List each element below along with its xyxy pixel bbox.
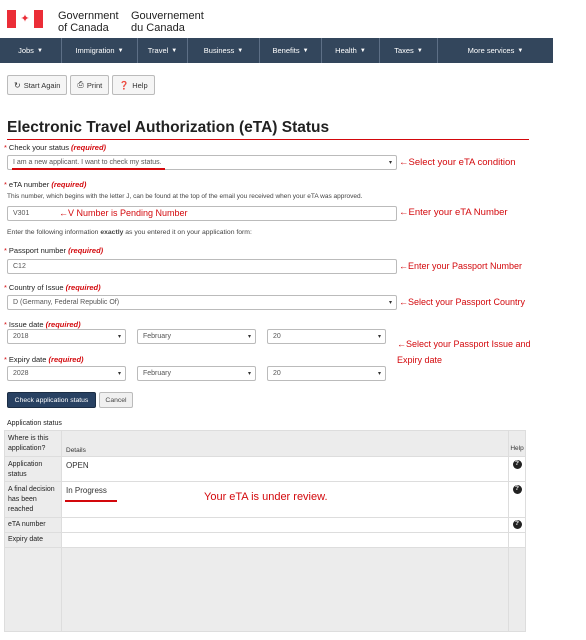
nav-item-immigration[interactable]: Immigration ▼ (62, 38, 138, 63)
printer-icon: ⎙ (77, 80, 84, 89)
issue-day-select[interactable]: 20 ▾ (267, 329, 386, 344)
nav-item-more-services[interactable]: More services ▼ (438, 38, 553, 63)
eta-help-text: This number, which begins with the lette… (7, 193, 363, 200)
expiry-day-select[interactable]: 20 ▾ (267, 366, 386, 381)
annotation-underline (12, 168, 165, 170)
chevron-down-icon: ▾ (377, 371, 381, 377)
chevron-down-icon: ▼ (416, 47, 423, 54)
chevron-down-icon: ▼ (359, 47, 366, 54)
refresh-icon: ↻ (14, 80, 21, 90)
nav-item-business[interactable]: Business ▼ (188, 38, 260, 63)
status-label: * Check your status (required) (4, 143, 107, 152)
chevron-down-icon: ▾ (388, 160, 392, 166)
nav-item-taxes[interactable]: Taxes ▼ (380, 38, 438, 63)
cancel-button[interactable]: Cancel (99, 392, 133, 408)
chevron-down-icon: ▼ (237, 47, 244, 54)
annotation-passport-number: ←Enter your Passport Number (399, 261, 523, 271)
print-button[interactable]: ⎙ Print (70, 75, 110, 95)
annotation-under-review: Your eTA is under review. (204, 491, 328, 503)
toolbar: ↻ Start Again ⎙ Print ❓ Help (7, 75, 155, 95)
table-filler (5, 548, 525, 631)
annotation-v-number: ←V Number is Pending Number (59, 208, 188, 218)
chevron-down-icon: ▼ (302, 47, 309, 54)
country-label: * Country of Issue (required) (4, 283, 101, 292)
nav-item-jobs[interactable]: Jobs ▼ (0, 38, 62, 63)
check-status-button[interactable]: Check application status (7, 392, 96, 408)
chevron-down-icon: ▾ (377, 334, 381, 340)
expiry-month-select[interactable]: February ▾ (137, 366, 256, 381)
canada-flag-icon[interactable]: ✦ (7, 10, 43, 28)
chevron-down-icon: ▾ (117, 334, 121, 340)
chevron-down-icon: ▾ (247, 334, 251, 340)
chevron-down-icon: ▼ (517, 47, 524, 54)
expiry-date-label: * Expiry date (required) (4, 355, 84, 364)
table-row: Application status OPEN ? (5, 457, 525, 482)
annotation-eta-number: ←Enter your eTA Number (399, 207, 508, 218)
annotation-underline (65, 500, 117, 502)
passport-label: * Passport number (required) (4, 246, 104, 255)
expiry-year-select[interactable]: 2028 ▾ (7, 366, 126, 381)
gov-name-fr[interactable]: Gouvernement du Canada (131, 10, 204, 34)
status-table-caption: Application status (7, 420, 62, 427)
start-again-button[interactable]: ↻ Start Again (7, 75, 68, 95)
annotation-issue-expiry: ←Select your Passport Issue and Expiry d… (397, 339, 531, 365)
table-header-row: Where is this application? Details Help (5, 431, 525, 457)
help-circle-icon[interactable]: ? (512, 485, 522, 494)
issue-year-select[interactable]: 2018 ▾ (7, 329, 126, 344)
country-select[interactable]: D (Germany, Federal Republic Of) ▾ (7, 295, 397, 310)
help-circle-icon[interactable]: ? (512, 460, 522, 469)
nav-item-health[interactable]: Health ▼ (322, 38, 380, 63)
chevron-down-icon: ▾ (247, 371, 251, 377)
gov-name-en[interactable]: Government of Canada (58, 10, 119, 34)
chevron-down-icon: ▾ (117, 371, 121, 377)
chevron-down-icon: ▼ (36, 47, 43, 54)
help-circle-icon[interactable]: ? (512, 520, 522, 529)
passport-number-input[interactable]: C12 (7, 259, 397, 274)
help-button[interactable]: ❓ Help (112, 75, 155, 95)
enter-info-text: Enter the following information exactly … (7, 229, 252, 236)
annotation-passport-country: ←Select your Passport Country (399, 297, 526, 307)
issue-month-select[interactable]: February ▾ (137, 329, 256, 344)
title-divider (7, 139, 529, 140)
table-row: Expiry date (5, 533, 525, 548)
chevron-down-icon: ▼ (117, 47, 124, 54)
table-row: eTA number ? (5, 518, 525, 533)
issue-date-label: * Issue date (required) (4, 320, 81, 329)
nav-item-travel[interactable]: Travel ▼ (138, 38, 188, 63)
main-nav: Jobs ▼ Immigration ▼ Travel ▼ Business ▼ Ben… (0, 38, 553, 63)
page-title: Electronic Travel Authorization (eTA) St… (7, 119, 330, 136)
nav-item-benefits[interactable]: Benefits ▼ (260, 38, 322, 63)
annotation-condition: ←Select your eTA condition (399, 157, 516, 168)
chevron-down-icon: ▾ (388, 300, 392, 306)
eta-label: * eTA number (required) (4, 180, 87, 189)
chevron-down-icon: ▼ (171, 47, 178, 54)
status-table: Where is this application? Details Help … (4, 430, 526, 632)
site-header: ✦ Government of Canada Gouvernement du C… (0, 0, 586, 38)
maple-leaf-icon: ✦ (20, 12, 30, 25)
help-circle-icon: ❓ (119, 80, 130, 90)
